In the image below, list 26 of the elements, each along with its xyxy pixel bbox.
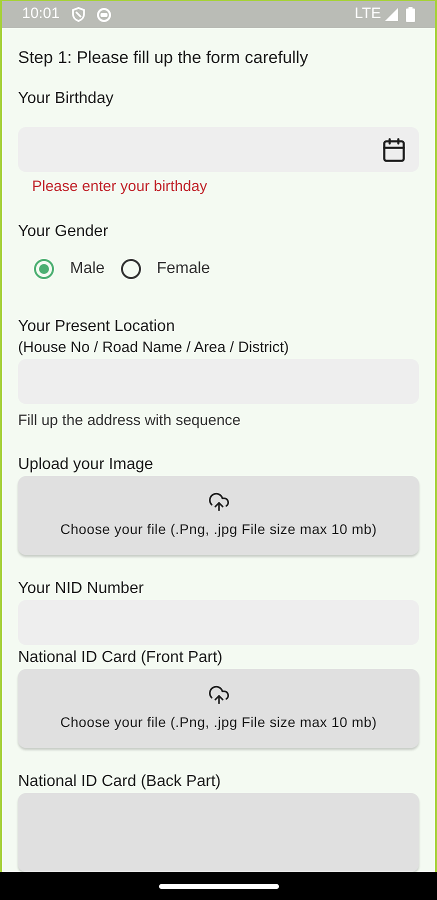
calendar-icon xyxy=(381,136,407,162)
date-field[interactable] xyxy=(18,127,419,172)
upload-button[interactable]: Choose your file (.Png, .jpg File size max 10 mb) xyxy=(18,669,419,748)
radio-option[interactable]: Male xyxy=(34,257,105,281)
field-sublabel: (House No / Road Name / Area / District) xyxy=(18,338,290,358)
status-time: 10:01 xyxy=(22,4,60,24)
battery-icon xyxy=(406,7,415,22)
form-heading: Step 1: Please fill up the form carefully xyxy=(18,47,310,69)
field-label: Upload your Image xyxy=(18,455,154,475)
cloud-upload-icon xyxy=(208,684,230,706)
field-label: Your Present Location xyxy=(18,317,176,337)
field-label: National ID Card (Back Part) xyxy=(18,772,222,792)
helper-text: Fill up the address with sequence xyxy=(18,411,242,431)
field-label: Your Birthday xyxy=(18,89,114,109)
error-message: Please enter your birthday xyxy=(31,177,208,197)
upload-button[interactable]: Choose your file (.Png, .jpg File size max 10 mb) xyxy=(18,476,419,555)
network-type: LTE xyxy=(354,4,381,24)
field-label: National ID Card (Front Part) xyxy=(18,648,224,668)
field-label: Your NID Number xyxy=(18,579,145,599)
home-handle[interactable] xyxy=(158,884,278,888)
shield-icon xyxy=(72,7,85,22)
signal-icon xyxy=(385,8,398,21)
upload-button[interactable] xyxy=(18,793,419,872)
cloud-upload-icon xyxy=(208,491,230,513)
field-label: Your Gender xyxy=(18,222,110,242)
radio-option[interactable]: Female xyxy=(120,257,210,281)
